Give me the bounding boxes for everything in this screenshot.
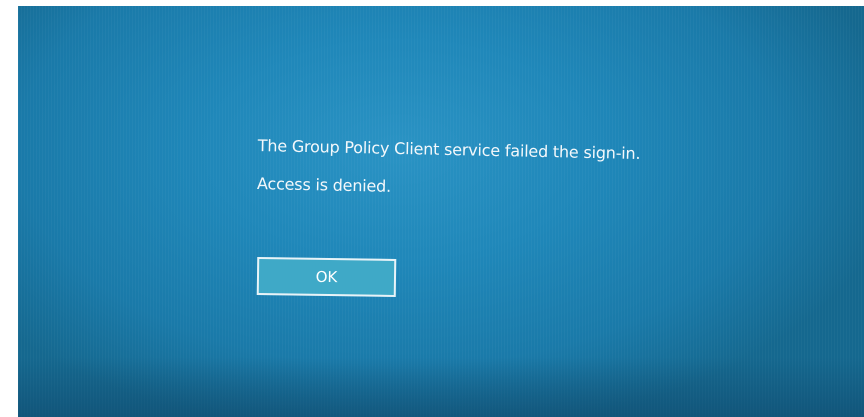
photo-frame: The Group Policy Client service failed t… (0, 0, 864, 417)
error-message-block: The Group Policy Client service failed t… (257, 136, 641, 201)
sign-in-error-screen: The Group Policy Client service failed t… (18, 6, 864, 417)
ok-button[interactable]: OK (256, 257, 397, 297)
error-message: The Group Policy Client service failed t… (257, 136, 641, 164)
error-detail: Access is denied. (256, 174, 392, 196)
